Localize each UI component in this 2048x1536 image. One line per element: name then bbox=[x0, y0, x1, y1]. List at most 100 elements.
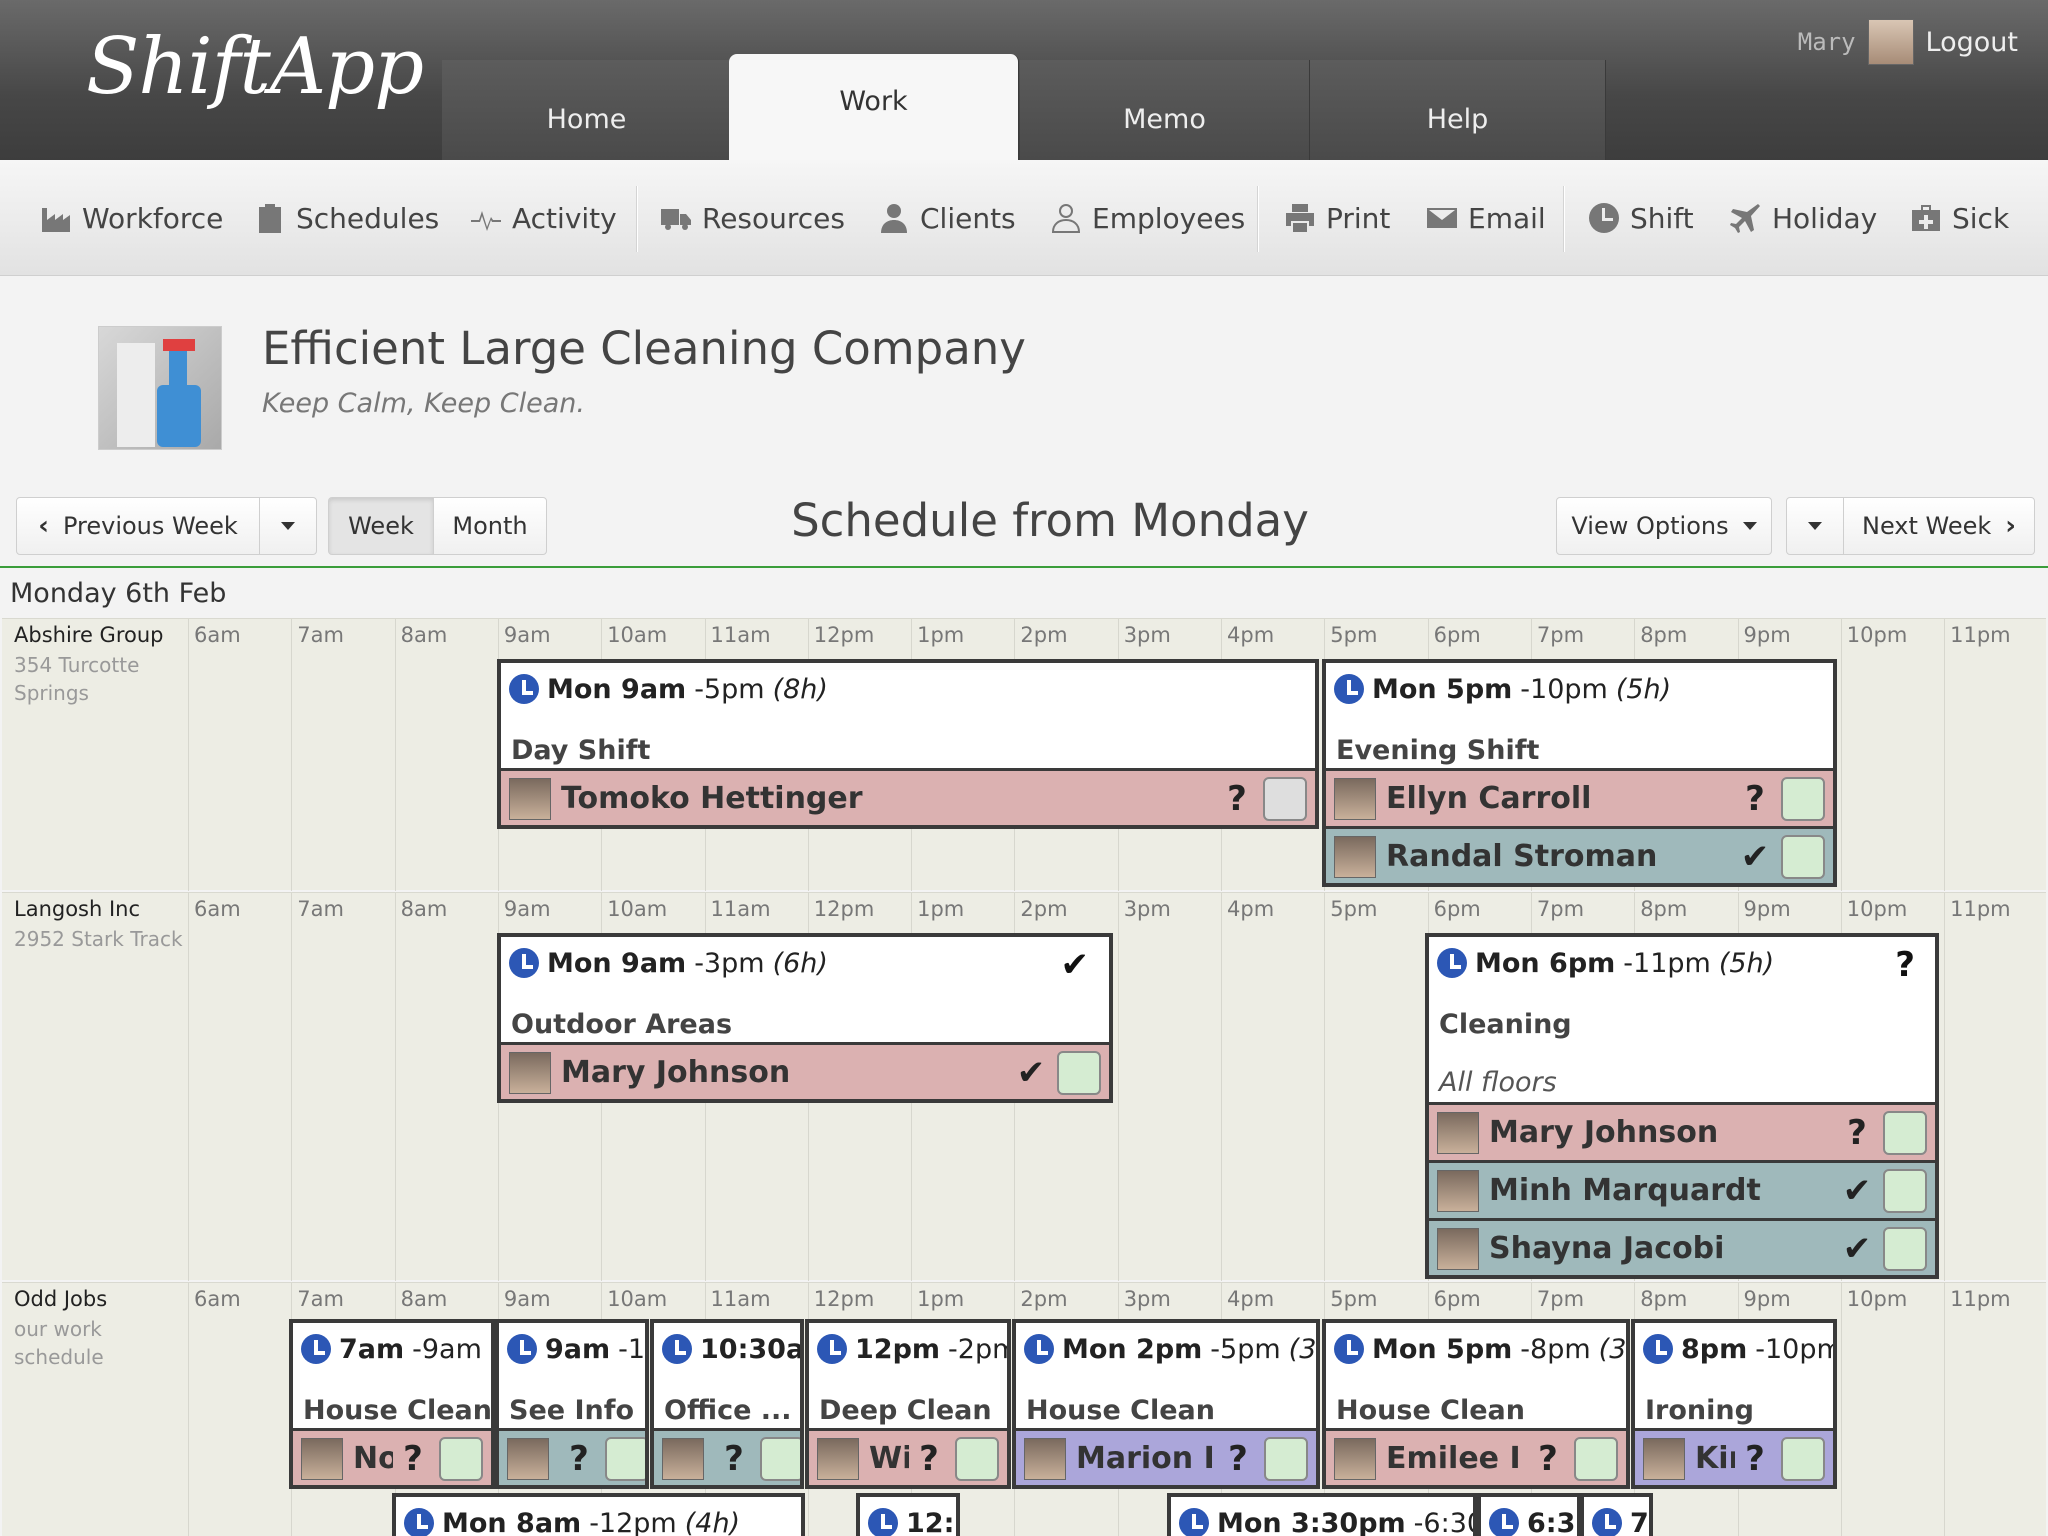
employee-status: ? bbox=[1745, 1438, 1765, 1479]
shift-start: 12pm bbox=[855, 1333, 941, 1365]
next-week-dropdown[interactable] bbox=[1786, 497, 1844, 555]
employee-row[interactable]: Mary Johnson ✔ bbox=[501, 1042, 1109, 1099]
confirm-checkbox[interactable] bbox=[1883, 1168, 1927, 1213]
resource-name[interactable]: Langosh Inc bbox=[14, 897, 140, 921]
schedules-button[interactable]: Schedules bbox=[254, 160, 439, 276]
resource-row: 6am 7am 8am 9am 10am 11am 12pm 1pm 2pm 3pm 4pm 5pm 6… bbox=[2, 892, 2046, 1281]
confirm-checkbox[interactable] bbox=[760, 1436, 800, 1481]
employee-row[interactable]: Mary Johnson? bbox=[1429, 1102, 1935, 1160]
clients-button[interactable]: Clients bbox=[878, 160, 1016, 276]
shift-title: Deep Clean bbox=[819, 1395, 992, 1426]
employee-row[interactable]: Ran(? bbox=[654, 1428, 800, 1485]
app-logo[interactable]: ShiftApp bbox=[86, 22, 424, 112]
employee-row[interactable]: Emilee I? bbox=[1326, 1428, 1626, 1485]
confirm-checkbox[interactable] bbox=[1781, 834, 1825, 879]
confirm-checkbox[interactable] bbox=[1263, 776, 1307, 821]
print-button[interactable]: Print bbox=[1284, 160, 1390, 276]
employee-row[interactable]: Minl? bbox=[499, 1428, 645, 1485]
avatar bbox=[1024, 1437, 1066, 1480]
employee-row[interactable]: Tomoko Hettinger? bbox=[501, 768, 1315, 825]
hour-label: 4pm bbox=[1227, 1287, 1275, 1311]
month-view-button[interactable]: Month bbox=[433, 497, 547, 555]
hour-label: 2pm bbox=[1020, 623, 1068, 647]
shift-button[interactable]: Shift bbox=[1588, 160, 1694, 276]
hour-label: 8am bbox=[400, 897, 448, 921]
tab-help[interactable]: Help bbox=[1310, 60, 1606, 160]
avatar bbox=[509, 1051, 551, 1094]
tab-work[interactable]: Work bbox=[729, 54, 1019, 160]
view-options-button[interactable]: View Options bbox=[1556, 497, 1772, 555]
shift-end: -9am ( bbox=[412, 1333, 495, 1365]
logout-link[interactable]: Logout bbox=[1926, 27, 2018, 58]
user-menu: Mary Logout bbox=[1798, 18, 2018, 66]
employee-row[interactable]: Marion I? bbox=[1016, 1428, 1316, 1485]
shift-end: -3pm bbox=[694, 947, 765, 979]
shift-title: Outdoor Areas bbox=[511, 1009, 733, 1040]
employee-status: ✔ bbox=[1016, 1052, 1046, 1093]
hour-label: 9am bbox=[503, 897, 551, 921]
shift-card[interactable]: Mon 3:30pm-6:30 bbox=[1167, 1493, 1477, 1536]
employee-row[interactable]: Minh Marquardt ✔ bbox=[1429, 1160, 1935, 1218]
employee-name: Marion I bbox=[1076, 1441, 1215, 1476]
resources-button[interactable]: Resources bbox=[660, 160, 845, 276]
previous-week-button[interactable]: ‹ Previous Week bbox=[16, 497, 260, 555]
previous-week-dropdown[interactable] bbox=[259, 497, 317, 555]
shift-card[interactable]: Mon 6pm -11pm (5h) Cleaning All floors? Mary … bbox=[1425, 933, 1939, 1279]
printer-icon bbox=[1286, 204, 1314, 232]
holiday-button[interactable]: Holiday bbox=[1730, 160, 1877, 276]
shift-card[interactable]: Mon 5pm -10pm (5h) Evening Shift Ellyn Carro… bbox=[1322, 659, 1837, 887]
shift-start: Mon 5pm bbox=[1372, 673, 1513, 705]
shift-card[interactable]: 8pm-10pmIroningKirst? bbox=[1631, 1319, 1837, 1489]
tab-home[interactable]: Home bbox=[442, 60, 732, 160]
activity-button[interactable]: Activity bbox=[470, 160, 617, 276]
shift-card[interactable]: 9am-1(See InfoMinl? bbox=[495, 1319, 649, 1489]
confirm-checkbox[interactable] bbox=[439, 1436, 483, 1481]
confirm-checkbox[interactable] bbox=[955, 1436, 999, 1481]
shift-duration: (3h bbox=[1288, 1333, 1317, 1365]
shift-card[interactable]: 12: bbox=[856, 1493, 960, 1536]
shift-card[interactable]: Mon 8am -12pm (4h) bbox=[392, 1493, 805, 1536]
grid-line bbox=[1944, 619, 1946, 891]
shift-card[interactable]: Mon 9am -5pm (8h) Day Shift Tomoko Hettinger… bbox=[497, 659, 1319, 829]
resource-name[interactable]: Abshire Group bbox=[14, 623, 163, 647]
email-label: Email bbox=[1468, 201, 1546, 235]
sick-button[interactable]: Sick bbox=[1910, 160, 2009, 276]
shift-card[interactable]: 6:3 bbox=[1477, 1493, 1581, 1536]
shift-card[interactable]: 10:30a Office ...Ran(? bbox=[650, 1319, 804, 1489]
view-options-label: View Options bbox=[1571, 512, 1729, 540]
employee-status: ✔ bbox=[1842, 1228, 1872, 1269]
shift-time: 9am-1( bbox=[507, 1331, 645, 1367]
hour-label: 7am bbox=[297, 897, 344, 921]
employee-row[interactable]: Wins? bbox=[809, 1428, 1007, 1485]
confirm-checkbox[interactable] bbox=[1057, 1050, 1101, 1095]
shift-time: Mon 9am -3pm (6h) bbox=[509, 945, 828, 981]
shift-card[interactable]: 7am-9am (House CleanNoel? bbox=[289, 1319, 495, 1489]
confirm-checkbox[interactable] bbox=[1883, 1110, 1927, 1155]
shift-card[interactable]: Mon 9am -3pm (6h) Outdoor Areas ✔ Mary Johnso… bbox=[497, 933, 1113, 1103]
employee-row[interactable]: Shayna Jacobi ✔ bbox=[1429, 1218, 1935, 1275]
employee-row[interactable]: Noel? bbox=[293, 1428, 491, 1485]
employee-name: Shayna Jacobi bbox=[1489, 1231, 1725, 1266]
shift-card[interactable]: Mon 2pm-5pm(3hHouse CleanMarion I? bbox=[1012, 1319, 1320, 1489]
workforce-button[interactable]: Workforce bbox=[40, 160, 223, 276]
shift-card[interactable]: Mon 5pm-8pm(3hHouse CleanEmilee I? bbox=[1322, 1319, 1630, 1489]
confirm-checkbox[interactable] bbox=[1574, 1436, 1618, 1481]
email-button[interactable]: Email bbox=[1426, 160, 1546, 276]
shift-time: 7am -9am ( bbox=[301, 1331, 495, 1367]
resource-name[interactable]: Odd Jobs bbox=[14, 1287, 107, 1311]
shift-card[interactable]: 7:3 bbox=[1580, 1493, 1653, 1536]
employee-row[interactable]: Ellyn Carroll? bbox=[1326, 768, 1833, 826]
next-week-button[interactable]: Next Week › bbox=[1843, 497, 2035, 555]
user-avatar[interactable] bbox=[1867, 19, 1914, 65]
confirm-checkbox[interactable] bbox=[1781, 1436, 1825, 1481]
tab-memo[interactable]: Memo bbox=[1020, 60, 1310, 160]
confirm-checkbox[interactable] bbox=[1781, 776, 1825, 821]
confirm-checkbox[interactable] bbox=[1883, 1226, 1927, 1271]
employees-button[interactable]: Employees bbox=[1050, 160, 1245, 276]
shift-card[interactable]: 12pm-2pmDeep CleanWins? bbox=[805, 1319, 1011, 1489]
employee-row[interactable]: Kirst? bbox=[1635, 1428, 1833, 1485]
confirm-checkbox[interactable] bbox=[1264, 1436, 1308, 1481]
week-view-button[interactable]: Week bbox=[328, 497, 434, 555]
employee-row[interactable]: Randal Stroman ✔ bbox=[1326, 826, 1833, 883]
confirm-checkbox[interactable] bbox=[605, 1436, 645, 1481]
